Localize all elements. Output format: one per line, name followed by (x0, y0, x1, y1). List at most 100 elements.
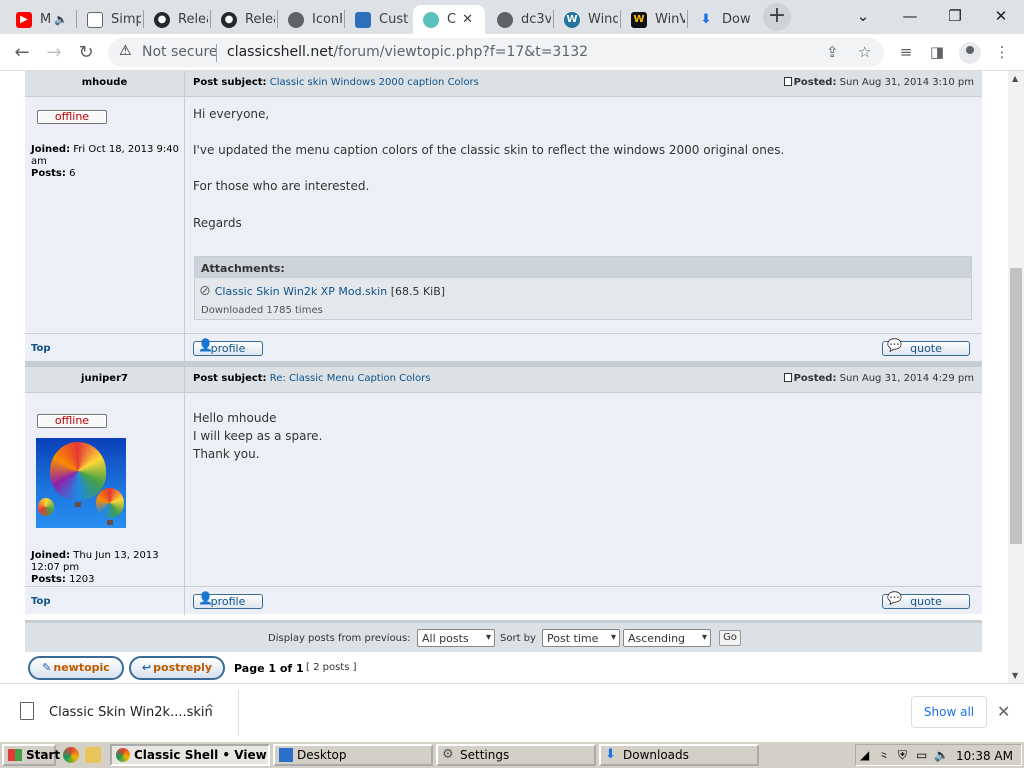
attachments-box: Attachments: ⊘ Classic Skin Win2k XP Mod.… (194, 256, 972, 320)
tab-youtube[interactable]: ▶ M 🔈 (6, 5, 68, 34)
vertical-scrollbar[interactable]: ▲ ▼ (1008, 71, 1024, 683)
taskbar-item-downloads[interactable]: ⬇ Downloads (599, 744, 759, 766)
start-button[interactable]: Start (2, 744, 60, 766)
quote-label: quote (910, 595, 942, 608)
volume-icon[interactable]: 🔈 (934, 748, 949, 762)
profile-avatar-icon[interactable] (959, 42, 981, 64)
shield-icon[interactable]: ⛨ (898, 748, 907, 763)
sort-dir-select[interactable]: Ascending ▾ (623, 629, 711, 647)
author-name[interactable]: mhoude (25, 77, 184, 88)
url-text[interactable]: classicshell.net/forum/viewtopic.php?f=1… (227, 44, 588, 60)
column-divider (184, 71, 185, 333)
taskbar-item-desktop[interactable]: Desktop (273, 744, 433, 766)
post-body-line: For those who are interested. (193, 179, 370, 193)
menu-kebab-icon[interactable]: ⋮ (991, 41, 1013, 63)
globe-icon (288, 11, 304, 28)
clock[interactable]: 10:38 AM (956, 749, 1013, 763)
go-button[interactable]: Go (719, 630, 741, 646)
tab-wordpress[interactable]: W Wind (554, 5, 620, 34)
address-bar[interactable]: ⚠ Not secure classicshell.net/forum/view… (108, 38, 884, 67)
tray-arrow-icon[interactable]: ◢ (860, 748, 869, 762)
post-reply-button[interactable]: ↩ postreply (129, 656, 225, 680)
tab-classic-shell-active[interactable]: C ✕ (413, 5, 485, 34)
folder-icon[interactable] (85, 747, 101, 763)
posts-count: 1203 (69, 574, 95, 585)
forward-icon[interactable]: → (40, 39, 68, 67)
warning-icon[interactable]: ⚠ (119, 43, 132, 59)
profile-button[interactable]: 👤 profile (193, 339, 263, 356)
tab-iconf[interactable]: IconF (278, 5, 344, 34)
subject-link[interactable]: Re: Classic Menu Caption Colors (270, 373, 431, 384)
chevron-up-icon[interactable]: ⌃ (204, 702, 216, 718)
sort-key-value: Post time (547, 632, 599, 645)
top-link[interactable]: Top (31, 596, 51, 607)
subject-link[interactable]: Classic skin Windows 2000 caption Colors (270, 77, 479, 88)
quote-button[interactable]: 💬 quote (882, 591, 970, 609)
share-icon[interactable]: ⇪ (826, 43, 839, 61)
tab-title: Wind (588, 12, 618, 27)
taskbar-item-classic-shell[interactable]: Classic Shell • View t... (110, 744, 270, 766)
attachments-header: Attachments: (195, 257, 971, 278)
tab-release-2[interactable]: ● Relea (211, 5, 277, 34)
tab-dc3v[interactable]: dc3v (487, 5, 553, 34)
scroll-up-icon[interactable]: ▲ (1012, 74, 1018, 83)
posts-label: Posts: (31, 574, 66, 585)
reload-icon[interactable]: ↻ (72, 39, 100, 67)
new-tab-button[interactable]: + (763, 3, 791, 31)
tab-custom[interactable]: Custo (345, 5, 411, 34)
minimize-icon[interactable]: — (895, 4, 925, 28)
bookmark-star-icon[interactable]: ☆ (858, 43, 871, 61)
top-link[interactable]: Top (31, 343, 51, 354)
chrome-icon[interactable] (63, 747, 79, 763)
close-tab-icon[interactable]: ✕ (462, 12, 473, 27)
quote-label: quote (910, 342, 942, 355)
attachment-link[interactable]: Classic Skin Win2k XP Mod.skin (215, 285, 387, 298)
reading-list-icon[interactable]: ≡ (895, 41, 917, 63)
column-divider (184, 367, 185, 586)
language-icon[interactable]: ⺀ (878, 748, 890, 765)
network-icon[interactable]: ▭ (916, 748, 927, 762)
chevron-down-icon: ▾ (610, 632, 616, 643)
side-panel-icon[interactable]: ◨ (926, 41, 948, 63)
github-icon: ● (154, 11, 170, 28)
tab-search-icon[interactable]: ⌄ (848, 4, 878, 28)
tab-simp[interactable]: Simp (77, 5, 143, 34)
github-icon: ● (221, 11, 237, 28)
restore-icon[interactable]: ❐ (940, 4, 970, 28)
previous-select[interactable]: All posts ▾ (417, 629, 495, 647)
not-secure-label[interactable]: Not secure (142, 44, 218, 60)
attachment-size: [68.5 KiB] (390, 285, 446, 298)
back-icon[interactable]: ← (8, 39, 36, 67)
post-subject: Post subject: Classic skin Windows 2000 … (193, 77, 479, 88)
new-topic-button[interactable]: ✎ newtopic (28, 656, 124, 680)
close-window-icon[interactable]: ✕ (986, 4, 1016, 28)
quote-bubble-icon: 💬 (887, 338, 902, 352)
tab-downloads[interactable]: ⬇ Dow (688, 5, 754, 34)
tab-winv[interactable]: W WinV (621, 5, 687, 34)
show-all-button[interactable]: Show all (911, 696, 987, 728)
post-body-line: I've updated the menu caption colors of … (193, 143, 785, 157)
doc-icon (87, 11, 103, 28)
post-footer: Top 👤 profile 💬 quote (25, 586, 982, 615)
post-subject: Post subject: Re: Classic Menu Caption C… (193, 373, 430, 384)
display-options-bar: Display posts from previous: All posts ▾ … (25, 620, 982, 652)
sort-key-select[interactable]: Post time ▾ (542, 629, 620, 647)
tab-release-1[interactable]: ● Relea (144, 5, 210, 34)
posts-count: 6 (69, 168, 76, 179)
post-icon[interactable] (783, 373, 792, 382)
scroll-down-icon[interactable]: ▼ (1012, 671, 1018, 680)
scrollbar-thumb[interactable] (1010, 268, 1022, 544)
close-icon[interactable]: ✕ (997, 702, 1010, 721)
author-name[interactable]: juniper7 (25, 373, 184, 384)
profile-button[interactable]: 👤 profile (193, 592, 263, 609)
quote-bubble-icon: 💬 (887, 591, 902, 605)
subject-label: Post subject: (193, 77, 267, 88)
post-icon[interactable] (783, 77, 792, 86)
gear-icon: ⚙ (442, 747, 454, 762)
profile-label: profile (210, 342, 246, 355)
subject-label: Post subject: (193, 373, 267, 384)
taskbar-item-settings[interactable]: ⚙ Settings (436, 744, 596, 766)
new-topic-label: newtopic (53, 661, 110, 674)
download-item-name[interactable]: Classic Skin Win2k....skin (49, 705, 213, 720)
quote-button[interactable]: 💬 quote (882, 338, 970, 356)
